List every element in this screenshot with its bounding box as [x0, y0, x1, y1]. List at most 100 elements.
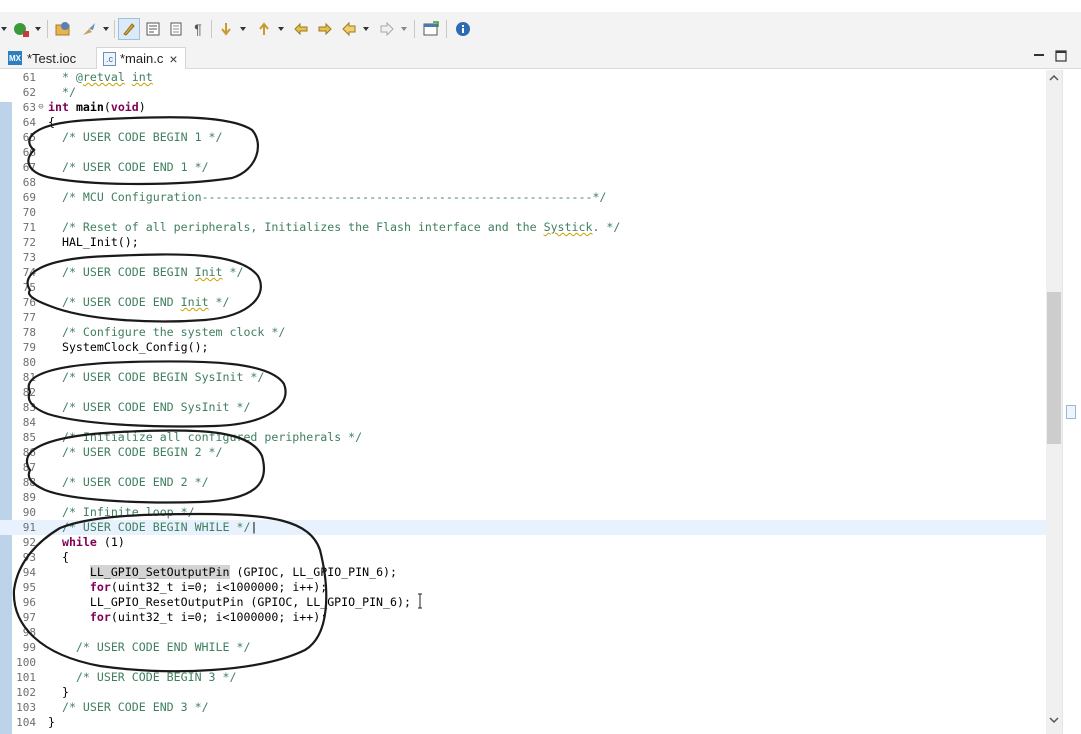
- code-line[interactable]: 63 ⊖ int main(void): [0, 100, 1046, 115]
- pilcrow-icon[interactable]: ¶: [189, 18, 207, 40]
- line-number: 83: [22, 401, 36, 414]
- code-line[interactable]: 102 }: [0, 685, 1046, 700]
- code-line[interactable]: 82: [0, 385, 1046, 400]
- code-line[interactable]: 81 /* USER CODE BEGIN SysInit */: [0, 370, 1046, 385]
- code-line[interactable]: 70: [0, 205, 1046, 220]
- code-text: /* Configure the system clock */: [61, 325, 286, 339]
- minimize-icon[interactable]: [1032, 49, 1046, 63]
- code-line[interactable]: 96 LL_GPIO_ResetOutputPin (GPIOC, LL_GPI…: [0, 595, 1046, 610]
- code-text: SystemClock_Config();: [48, 340, 209, 354]
- close-icon[interactable]: ×: [169, 51, 177, 67]
- previous-annotation-icon[interactable]: [254, 18, 274, 40]
- code-line[interactable]: 61 * @retval int: [0, 70, 1046, 85]
- scrollbar-thumb[interactable]: [1047, 292, 1061, 444]
- code-line[interactable]: 98: [0, 625, 1046, 640]
- code-line[interactable]: 88 /* USER CODE END 2 */: [0, 475, 1046, 490]
- line-number: 91: [22, 521, 36, 534]
- code-line[interactable]: 87: [0, 460, 1046, 475]
- code-line[interactable]: 64 {: [0, 115, 1046, 130]
- code-text: }: [48, 715, 55, 729]
- last-edit-location-icon[interactable]: [290, 18, 312, 40]
- toggle-block-icon[interactable]: [142, 18, 164, 40]
- fold-toggle-icon[interactable]: ⊖: [36, 100, 46, 115]
- code-line[interactable]: 80: [0, 355, 1046, 370]
- code-text: for(uint32_t i=0; i<1000000; i++);: [89, 610, 328, 624]
- code-line[interactable]: 69 /* MCU Configuration-----------------…: [0, 190, 1046, 205]
- line-number: 93: [22, 551, 36, 564]
- code-line[interactable]: 86 /* USER CODE BEGIN 2 */: [0, 445, 1046, 460]
- code-line[interactable]: 97 for(uint32_t i=0; i<1000000; i++);: [0, 610, 1046, 625]
- code-line[interactable]: 85 /* Initialize all configured peripher…: [0, 430, 1046, 445]
- code-line[interactable]: 94 LL_GPIO_SetOutputPin (GPIOC, LL_GPIO_…: [0, 565, 1046, 580]
- code-line[interactable]: 99 /* USER CODE END WHILE */: [0, 640, 1046, 655]
- line-number: 74: [22, 266, 36, 279]
- code-line[interactable]: 73: [0, 250, 1046, 265]
- code-line[interactable]: 79 SystemClock_Config();: [0, 340, 1046, 355]
- mark-occurrences-icon[interactable]: [118, 18, 140, 40]
- vertical-scrollbar[interactable]: [1046, 70, 1062, 734]
- forward-edit-location-icon[interactable]: [314, 18, 336, 40]
- open-perspective-icon[interactable]: [420, 18, 442, 40]
- dropdown-arrow-icon[interactable]: [361, 18, 371, 40]
- line-number: 62: [22, 86, 36, 99]
- scroll-up-icon[interactable]: [1049, 74, 1059, 82]
- word-wrap-icon[interactable]: [165, 18, 187, 40]
- code-text: /* USER CODE END WHILE */: [75, 640, 251, 654]
- dropdown-arrow-icon[interactable]: [0, 18, 8, 40]
- code-line[interactable]: 90 /* Infinite loop */: [0, 505, 1046, 520]
- dropdown-arrow-icon[interactable]: [399, 18, 409, 40]
- scroll-down-icon[interactable]: [1049, 716, 1059, 724]
- code-line[interactable]: 77: [0, 310, 1046, 325]
- code-line[interactable]: 76 /* USER CODE END Init */: [0, 295, 1046, 310]
- code-line[interactable]: 83 /* USER CODE END SysInit */: [0, 400, 1046, 415]
- code-line[interactable]: 67 /* USER CODE END 1 */: [0, 160, 1046, 175]
- code-text: /* Reset of all peripherals, Initializes…: [61, 220, 621, 234]
- toolbar-separator: [47, 20, 48, 38]
- open-type-icon[interactable]: [52, 18, 74, 40]
- code-line[interactable]: 100: [0, 655, 1046, 670]
- maximize-icon[interactable]: [1054, 49, 1068, 63]
- launch-icon[interactable]: [78, 18, 100, 40]
- tab-test-ioc[interactable]: MX *Test.ioc: [2, 47, 82, 69]
- back-icon[interactable]: [339, 18, 359, 40]
- code-text: /* Infinite loop */: [61, 505, 195, 519]
- code-line[interactable]: 104}: [0, 715, 1046, 730]
- forward-icon[interactable]: [377, 18, 397, 40]
- code-line[interactable]: 68: [0, 175, 1046, 190]
- code-editor[interactable]: 61 * @retval int 62 */63 ⊖ int main(void) 64…: [0, 70, 1046, 734]
- dropdown-arrow-icon[interactable]: [101, 18, 111, 40]
- dropdown-arrow-icon[interactable]: [33, 18, 43, 40]
- code-line[interactable]: 89: [0, 490, 1046, 505]
- line-number: 95: [22, 581, 36, 594]
- info-icon[interactable]: [452, 18, 474, 40]
- code-line[interactable]: 74 /* USER CODE BEGIN Init */: [0, 265, 1046, 280]
- code-text: LL_GPIO_ResetOutputPin (GPIOC, LL_GPIO_P…: [48, 595, 411, 609]
- code-line[interactable]: 84: [0, 415, 1046, 430]
- next-annotation-icon[interactable]: [216, 18, 236, 40]
- line-number: 71: [22, 221, 36, 234]
- code-line[interactable]: 71 /* Reset of all peripherals, Initiali…: [0, 220, 1046, 235]
- code-line[interactable]: 78 /* Configure the system clock */: [0, 325, 1046, 340]
- code-line[interactable]: 65 /* USER CODE BEGIN 1 */: [0, 130, 1046, 145]
- code-line[interactable]: 62 */: [0, 85, 1046, 100]
- code-line[interactable]: 103 /* USER CODE END 3 */: [0, 700, 1046, 715]
- line-number: 75: [22, 281, 36, 294]
- code-line[interactable]: 92 while (1): [0, 535, 1046, 550]
- text-cursor-icon: [418, 593, 422, 609]
- code-line[interactable]: 91 /* USER CODE BEGIN WHILE */|: [0, 520, 1046, 535]
- code-line[interactable]: 93 {: [0, 550, 1046, 565]
- new-connection-icon[interactable]: [10, 18, 32, 40]
- overview-marker[interactable]: [1066, 405, 1076, 419]
- dropdown-arrow-icon[interactable]: [276, 18, 286, 40]
- line-number: 73: [22, 251, 36, 264]
- code-line[interactable]: 66: [0, 145, 1046, 160]
- code-line[interactable]: 95 for(uint32_t i=0; i<1000000; i++);: [0, 580, 1046, 595]
- line-number: 87: [22, 461, 36, 474]
- dropdown-arrow-icon[interactable]: [238, 18, 248, 40]
- code-line[interactable]: 101 /* USER CODE BEGIN 3 */: [0, 670, 1046, 685]
- overview-ruler[interactable]: [1062, 70, 1081, 734]
- code-line[interactable]: 75: [0, 280, 1046, 295]
- code-line[interactable]: 72 HAL_Init();: [0, 235, 1046, 250]
- tab-main-c[interactable]: .c *main.c ×: [96, 47, 186, 69]
- line-number: 101: [16, 671, 36, 684]
